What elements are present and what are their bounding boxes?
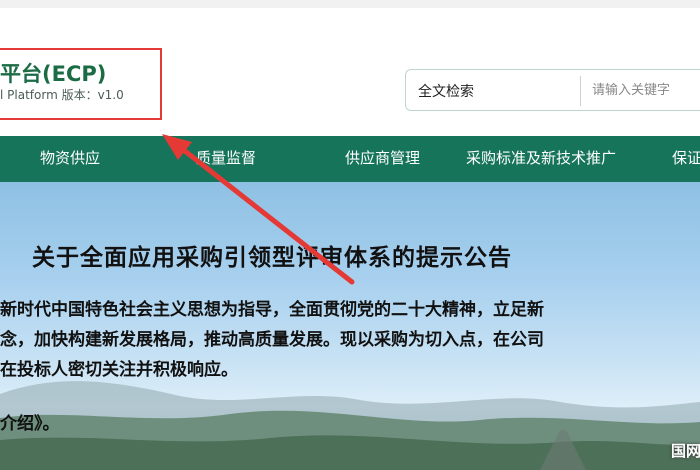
- red-arrow-annotation: [162, 134, 355, 285]
